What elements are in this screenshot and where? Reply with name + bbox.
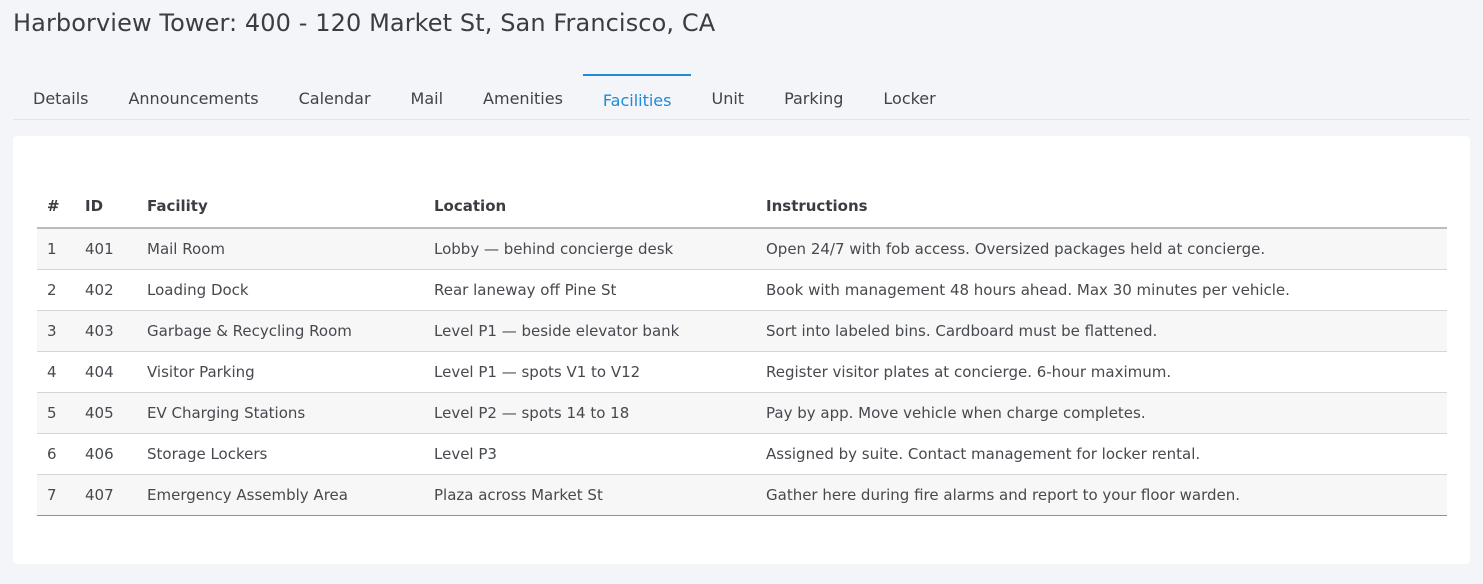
cell-location: Level P1 — spots V1 to V12 bbox=[424, 351, 756, 393]
table-row: 2 402 Loading Dock Rear laneway off Pine… bbox=[37, 269, 1447, 311]
facilities-table: # ID Facility Location Instructions 1 40… bbox=[37, 185, 1447, 516]
column-header-location: Location bbox=[424, 185, 756, 229]
cell-facility: Mail Room bbox=[137, 228, 424, 270]
cell-facility: Visitor Parking bbox=[137, 351, 424, 393]
table-row: 5 405 EV Charging Stations Level P2 — sp… bbox=[37, 392, 1447, 434]
cell-number: 1 bbox=[37, 228, 75, 270]
cell-id: 402 bbox=[75, 269, 137, 311]
tab-unit[interactable]: Unit bbox=[691, 74, 764, 120]
cell-number: 2 bbox=[37, 269, 75, 311]
page-title: Harborview Tower: 400 - 120 Market St, S… bbox=[13, 9, 716, 37]
tab-facilities[interactable]: Facilities bbox=[582, 74, 692, 120]
cell-number: 7 bbox=[37, 474, 75, 516]
column-header-id: ID bbox=[75, 185, 137, 229]
cell-location: Level P1 — beside elevator bank bbox=[424, 310, 756, 352]
column-header-number: # bbox=[37, 185, 75, 229]
cell-id: 407 bbox=[75, 474, 137, 516]
cell-number: 4 bbox=[37, 351, 75, 393]
tab-amenities[interactable]: Amenities bbox=[463, 74, 583, 120]
cell-id: 401 bbox=[75, 228, 137, 270]
cell-number: 3 bbox=[37, 310, 75, 352]
cell-facility: Storage Lockers bbox=[137, 433, 424, 475]
cell-id: 406 bbox=[75, 433, 137, 475]
tab-details[interactable]: Details bbox=[13, 74, 108, 120]
cell-instructions: Sort into labeled bins. Cardboard must b… bbox=[756, 310, 1447, 352]
cell-location: Plaza across Market St bbox=[424, 474, 756, 516]
cell-facility: Emergency Assembly Area bbox=[137, 474, 424, 516]
tab-announcements[interactable]: Announcements bbox=[108, 74, 278, 120]
table-row: 3 403 Garbage & Recycling Room Level P1 … bbox=[37, 310, 1447, 352]
cell-instructions: Register visitor plates at concierge. 6-… bbox=[756, 351, 1447, 393]
tab-locker[interactable]: Locker bbox=[863, 74, 955, 120]
cell-instructions: Gather here during fire alarms and repor… bbox=[756, 474, 1447, 516]
column-header-instructions: Instructions bbox=[756, 185, 1447, 229]
cell-id: 403 bbox=[75, 310, 137, 352]
cell-instructions: Assigned by suite. Contact management fo… bbox=[756, 433, 1447, 475]
cell-location: Lobby — behind concierge desk bbox=[424, 228, 756, 270]
tab-bar: Details Announcements Calendar Mail Amen… bbox=[13, 74, 1470, 120]
cell-instructions: Pay by app. Move vehicle when charge com… bbox=[756, 392, 1447, 434]
table-row: 1 401 Mail Room Lobby — behind concierge… bbox=[37, 228, 1447, 270]
cell-location: Rear laneway off Pine St bbox=[424, 269, 756, 311]
cell-facility: Garbage & Recycling Room bbox=[137, 310, 424, 352]
cell-location: Level P3 bbox=[424, 433, 756, 475]
cell-instructions: Book with management 48 hours ahead. Max… bbox=[756, 269, 1447, 311]
cell-id: 404 bbox=[75, 351, 137, 393]
cell-location: Level P2 — spots 14 to 18 bbox=[424, 392, 756, 434]
tab-mail[interactable]: Mail bbox=[391, 74, 464, 120]
cell-number: 5 bbox=[37, 392, 75, 434]
facilities-card: # ID Facility Location Instructions 1 40… bbox=[13, 136, 1470, 564]
tab-parking[interactable]: Parking bbox=[764, 74, 863, 120]
table-row: 4 404 Visitor Parking Level P1 — spots V… bbox=[37, 351, 1447, 393]
table-header-row: # ID Facility Location Instructions bbox=[37, 185, 1447, 229]
page: Harborview Tower: 400 - 120 Market St, S… bbox=[0, 0, 1483, 584]
cell-facility: EV Charging Stations bbox=[137, 392, 424, 434]
cell-facility: Loading Dock bbox=[137, 269, 424, 311]
cell-number: 6 bbox=[37, 433, 75, 475]
column-header-facility: Facility bbox=[137, 185, 424, 229]
table-row: 6 406 Storage Lockers Level P3 Assigned … bbox=[37, 433, 1447, 475]
table-row: 7 407 Emergency Assembly Area Plaza acro… bbox=[37, 474, 1447, 516]
cell-id: 405 bbox=[75, 392, 137, 434]
tab-calendar[interactable]: Calendar bbox=[279, 74, 391, 120]
cell-instructions: Open 24/7 with fob access. Oversized pac… bbox=[756, 228, 1447, 270]
